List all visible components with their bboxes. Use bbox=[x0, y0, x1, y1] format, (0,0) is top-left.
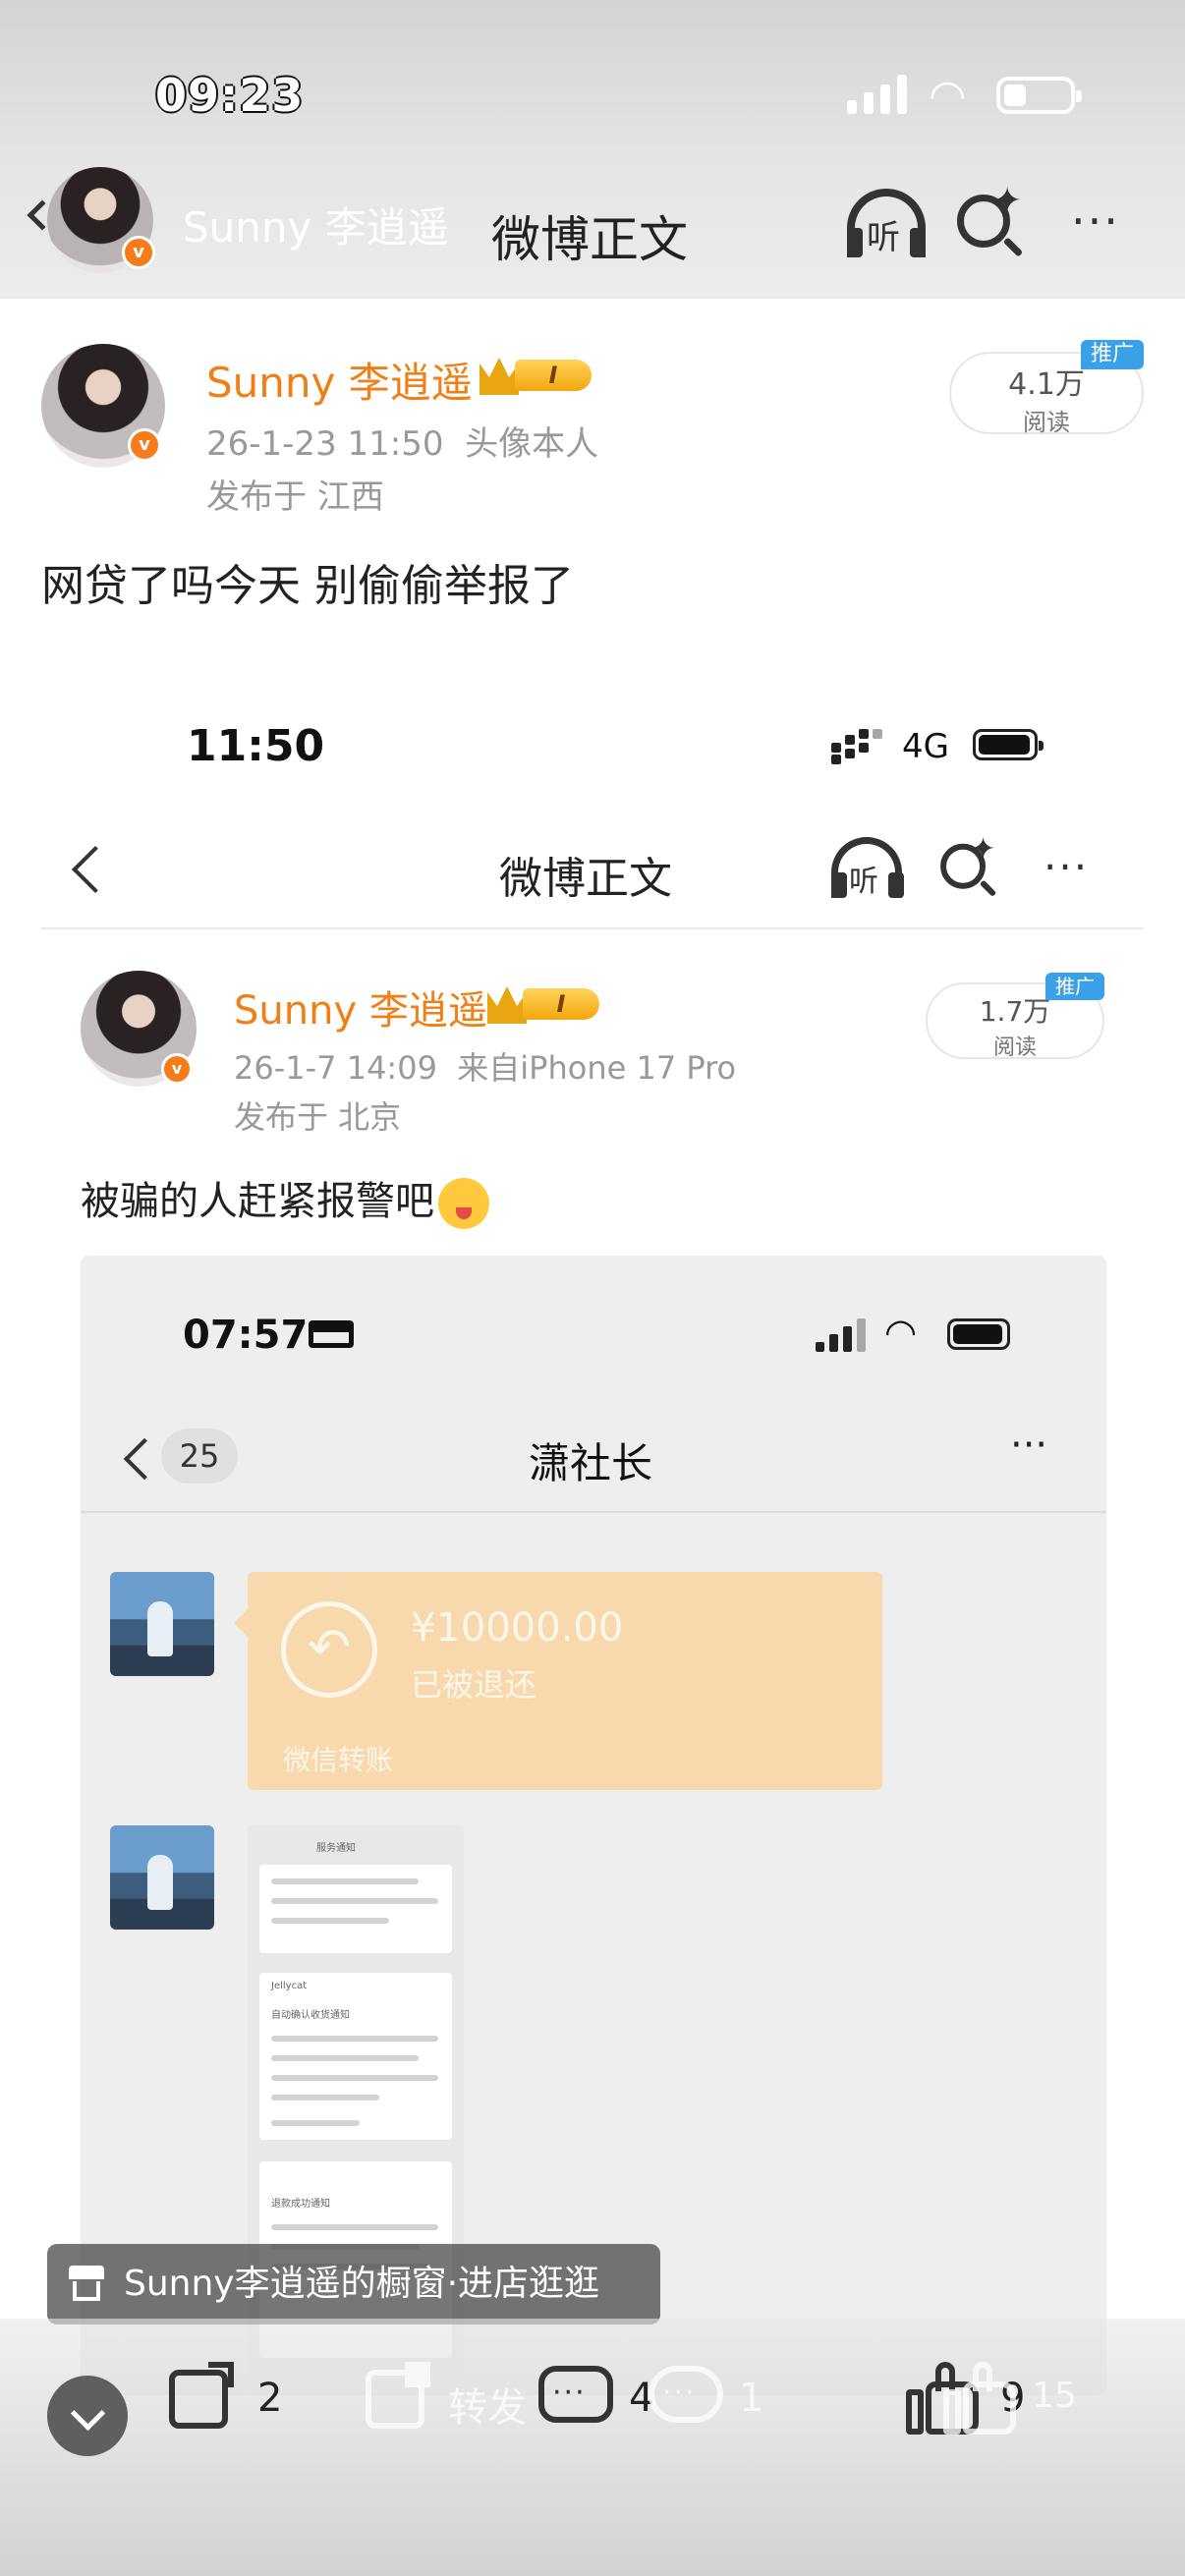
repost-button[interactable]: 转发 bbox=[362, 2362, 538, 2440]
header-user-name[interactable]: Sunny 李逍遥 bbox=[183, 195, 449, 254]
shop-banner-text: Sunny李逍遥的橱窗·进店逛逛 bbox=[124, 2264, 600, 2304]
level-badge-label: I bbox=[515, 360, 592, 391]
member-crown-badge[interactable]: I bbox=[480, 356, 597, 395]
embedded-level-badge-label: I bbox=[523, 988, 599, 1020]
wechat-transfer-card: ↶ ¥10000.00 已被退还 微信转账 bbox=[234, 1572, 882, 1790]
battery-icon bbox=[996, 77, 1082, 114]
thumb-brand: Jellycat bbox=[271, 1981, 308, 1991]
embedded-source: 来自iPhone 17 Pro bbox=[457, 1049, 737, 1087]
embedded-more-icon: ··· bbox=[1044, 843, 1090, 891]
embedded-author-name: Sunny 李逍遥 bbox=[234, 988, 487, 1034]
transfer-amount: ¥10000.00 bbox=[411, 1605, 624, 1651]
chat-back-icon bbox=[123, 1437, 166, 1481]
chat-screenshot-image[interactable]: 07:57 ◠ 25 潇社长 ··· ↶ ¥10000.00 已被退还 微信转账… bbox=[81, 1256, 1106, 2395]
like-overlay-count: 15 bbox=[1032, 2376, 1077, 2416]
thumb-card-title: 自动确认收货通知 bbox=[271, 2010, 350, 2021]
return-arrow-icon: ↶ bbox=[281, 1601, 377, 1698]
status-time: 09:23 bbox=[155, 69, 305, 122]
embedded-listen-label: 听 bbox=[849, 865, 878, 899]
bottom-action-bar bbox=[0, 2319, 1185, 2576]
post-author-name[interactable]: Sunny 李逍遥 bbox=[206, 350, 473, 410]
crown-icon bbox=[480, 358, 519, 395]
embedded-battery-icon bbox=[973, 729, 1044, 760]
chat-sender-avatar bbox=[110, 1572, 214, 1676]
embedded-post-text-content: 被骗的人赶紧报警吧 bbox=[81, 1179, 434, 1224]
thumbs-up-icon bbox=[943, 2362, 1018, 2436]
share-count: 2 bbox=[257, 2376, 283, 2421]
sleep-bed-icon bbox=[309, 1320, 354, 1348]
embedded-crown-badge: I bbox=[487, 984, 605, 1024]
collapse-down-button[interactable] bbox=[47, 2376, 128, 2456]
wifi-icon: ◠ bbox=[929, 71, 967, 121]
more-options-icon[interactable]: ··· bbox=[1071, 195, 1120, 248]
post-timestamp: 26-1-23 11:50 bbox=[206, 424, 444, 464]
chat-status-time: 07:57 bbox=[183, 1313, 309, 1358]
chat-title: 潇社长 bbox=[529, 1439, 653, 1487]
embedded-timestamp: 26-1-7 14:09 bbox=[234, 1049, 437, 1087]
transfer-footer: 微信转账 bbox=[283, 1744, 394, 1776]
share-icon bbox=[165, 2362, 236, 2433]
promo-tag: 推广 bbox=[1081, 340, 1144, 369]
chat-more-icon: ··· bbox=[1010, 1423, 1048, 1468]
embedded-status-time: 11:50 bbox=[187, 721, 325, 771]
embedded-read-label: 阅读 bbox=[992, 1036, 1037, 1060]
chat-battery-icon bbox=[947, 1318, 1010, 1350]
comment-bubble-icon: ··· bbox=[649, 2362, 723, 2433]
repost-icon bbox=[362, 2362, 432, 2433]
verified-badge-icon: v bbox=[122, 236, 155, 269]
embedded-network-type: 4G bbox=[902, 727, 949, 766]
repost-label: 转发 bbox=[448, 2385, 527, 2431]
transfer-status: 已被退还 bbox=[411, 1666, 537, 1704]
comment-overlay-button[interactable]: ··· 1 bbox=[649, 2362, 786, 2440]
post-meta: 26-1-23 11:50 头像本人 bbox=[206, 417, 598, 465]
embedded-divider bbox=[41, 927, 1144, 929]
storefront-icon bbox=[69, 2266, 104, 2301]
chat-wifi-icon: ◠ bbox=[884, 1311, 918, 1354]
page-title: 微博正文 bbox=[491, 211, 688, 268]
thumb-refund-title: 退款成功通知 bbox=[271, 2199, 330, 2210]
chat-unread-count: 25 bbox=[161, 1428, 238, 1484]
header-divider bbox=[0, 297, 1185, 299]
cellular-signal-icon bbox=[847, 75, 908, 114]
comment-button[interactable]: ··· 4 bbox=[538, 2362, 666, 2440]
tongue-out-emoji-icon bbox=[438, 1178, 489, 1229]
ai-search-icon[interactable]: ✦ bbox=[951, 181, 1024, 257]
read-label: 阅读 bbox=[1023, 409, 1070, 436]
embedded-ai-search-icon: ✦ bbox=[935, 832, 997, 897]
embedded-post-meta: 26-1-7 14:09 来自iPhone 17 Pro bbox=[234, 1043, 736, 1089]
listen-label: 听 bbox=[867, 218, 900, 257]
embedded-listen-icon: 听 bbox=[831, 837, 904, 899]
crown-icon bbox=[487, 986, 527, 1024]
chat-signal-icon bbox=[816, 1316, 869, 1352]
embedded-promo-tag: 推广 bbox=[1045, 973, 1104, 1000]
shop-window-banner[interactable]: Sunny李逍遥的橱窗·进店逛逛 bbox=[47, 2244, 660, 2324]
comment-overlay-count: 1 bbox=[739, 2376, 764, 2421]
thumb-header: 服务通知 bbox=[316, 1843, 356, 1854]
embedded-post-text: 被骗的人赶紧报警吧 bbox=[81, 1169, 489, 1229]
share-button[interactable]: 2 bbox=[165, 2362, 303, 2440]
listen-headphones-icon[interactable]: 听 bbox=[847, 189, 926, 257]
post-text: 网贷了吗今天 别偷偷举报了 bbox=[41, 561, 574, 611]
post-source: 头像本人 bbox=[465, 424, 599, 464]
verified-badge-icon: v bbox=[161, 1053, 193, 1085]
comment-bubble-icon: ··· bbox=[538, 2362, 613, 2433]
chat-divider bbox=[81, 1511, 1106, 1513]
chat-sender-avatar bbox=[110, 1825, 214, 1930]
embedded-back-icon bbox=[71, 845, 120, 894]
embedded-page-title: 微博正文 bbox=[499, 854, 672, 904]
embedded-location: 发布于 北京 bbox=[234, 1098, 402, 1136]
verified-badge-icon: v bbox=[128, 428, 161, 462]
like-overlay-button[interactable]: 15 bbox=[943, 2362, 1081, 2440]
top-header-area: 09:23 ◠ v Sunny 李逍遥 微博正文 听 ✦ ··· bbox=[0, 0, 1185, 297]
post-location: 发布于 江西 bbox=[206, 477, 384, 517]
embedded-signal-icon bbox=[831, 729, 884, 764]
